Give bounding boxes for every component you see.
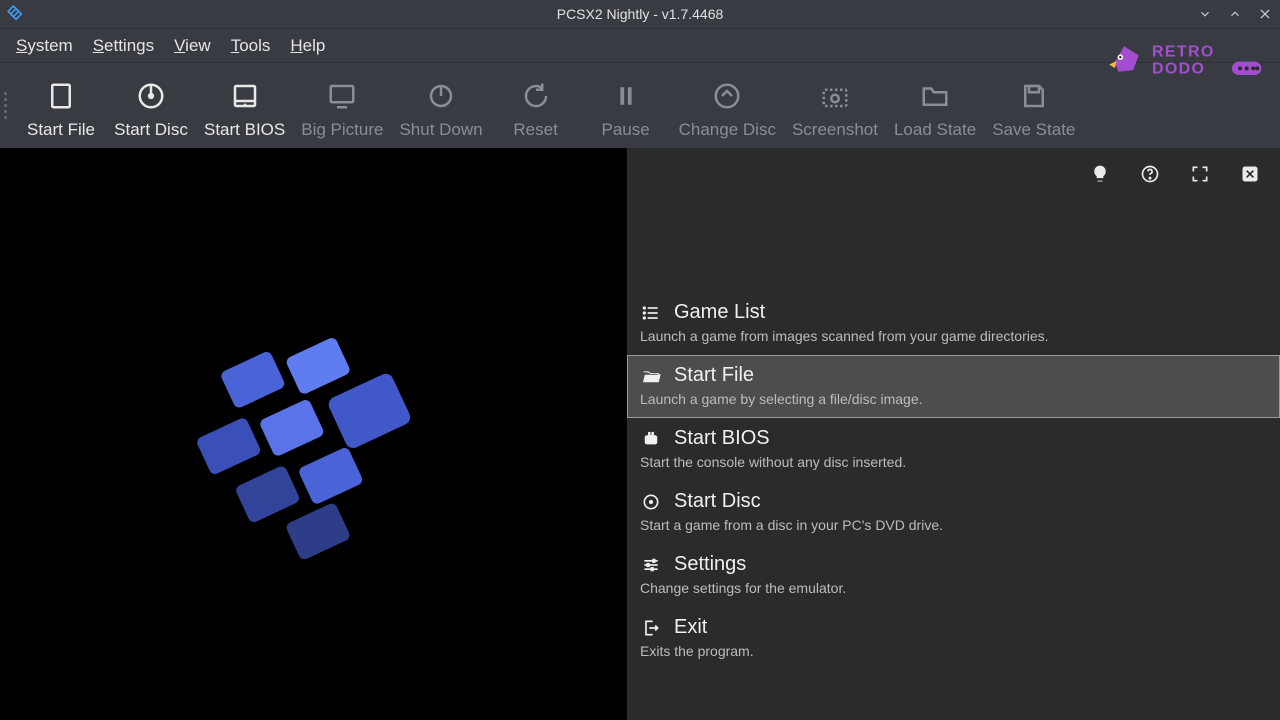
- toolbar-big-picture: Big Picture: [293, 72, 391, 140]
- toolbar-save-state: Save State: [984, 72, 1083, 140]
- menu-start-bios[interactable]: Start BIOS Start the console without any …: [627, 418, 1280, 481]
- menu-system[interactable]: System: [6, 32, 83, 60]
- logo-pane: [0, 148, 627, 720]
- toolbar-handle[interactable]: [4, 71, 12, 141]
- menu-desc: Change settings for the emulator.: [640, 580, 1279, 596]
- folder-icon: [920, 76, 950, 116]
- toolbar-label: Start BIOS: [204, 116, 285, 140]
- toolbar-label: Save State: [992, 116, 1075, 140]
- toolbar-label: Big Picture: [301, 116, 383, 140]
- content-area: Game List Launch a game from images scann…: [0, 148, 1280, 720]
- toolbar-start-disc[interactable]: Start Disc: [106, 72, 196, 140]
- menu-bar: System Settings View Tools Help: [0, 28, 1280, 62]
- menu-desc: Start the console without any disc inser…: [640, 454, 1279, 470]
- menu-tools[interactable]: Tools: [221, 32, 281, 60]
- chip-icon: [640, 429, 662, 449]
- toolbar-label: Shut Down: [399, 116, 482, 140]
- dodo-icon: [1102, 37, 1146, 81]
- toolbar-label: Reset: [513, 116, 557, 140]
- sliders-icon: [640, 555, 662, 575]
- toolbar-label: Start File: [27, 116, 95, 140]
- toolbar-label: Start Disc: [114, 116, 188, 140]
- reset-icon: [521, 76, 551, 116]
- retrododo-text: RETRO DODO: [1152, 37, 1272, 81]
- file-icon: [46, 76, 76, 116]
- retrododo-brand: RETRO DODO: [1102, 37, 1272, 81]
- menu-title: Exit: [674, 616, 707, 639]
- menu-desc: Launch a game from images scanned from y…: [640, 328, 1279, 344]
- menu-title: Start BIOS: [674, 427, 770, 450]
- menu-title: Game List: [674, 301, 765, 324]
- window-controls: [1190, 0, 1280, 28]
- toolbar-change-disc: Change Disc: [671, 72, 784, 140]
- hint-icon[interactable]: [1088, 162, 1112, 186]
- toolbar-load-state: Load State: [886, 72, 984, 140]
- menu-desc: Start a game from a disc in your PC's DV…: [640, 517, 1279, 533]
- monitor-icon: [327, 76, 357, 116]
- menu-title: Start Disc: [674, 490, 761, 513]
- save-icon: [1019, 76, 1049, 116]
- menu-view[interactable]: View: [164, 32, 221, 60]
- close-button[interactable]: [1250, 0, 1280, 28]
- menu-start-file[interactable]: Start File Launch a game by selecting a f…: [627, 355, 1280, 418]
- window-title: PCSX2 Nightly - v1.7.4468: [0, 6, 1280, 22]
- menu-start-disc[interactable]: Start Disc Start a game from a disc in yo…: [627, 481, 1280, 544]
- toolbar-start-file[interactable]: Start File: [16, 72, 106, 140]
- menu-title: Start File: [674, 364, 754, 387]
- menu-desc: Launch a game by selecting a file/disc i…: [640, 391, 1279, 407]
- app-icon: [6, 4, 26, 24]
- toolbar-label: Pause: [602, 116, 650, 140]
- svg-text:DODO: DODO: [1152, 61, 1205, 78]
- toolbar-label: Load State: [894, 116, 976, 140]
- toolbar-start-bios[interactable]: Start BIOS: [196, 72, 293, 140]
- exit-icon: [640, 618, 662, 638]
- list-icon: [640, 303, 662, 323]
- main-menu-list: Game List Launch a game from images scann…: [627, 292, 1280, 670]
- menu-exit[interactable]: Exit Exits the program.: [627, 607, 1280, 670]
- toolbar-shut-down: Shut Down: [391, 72, 490, 140]
- toolbar-screenshot: Screenshot: [784, 72, 886, 140]
- toolbar: Start File Start Disc Start BIOS Big Pictur…: [0, 62, 1280, 148]
- maximize-button[interactable]: [1220, 0, 1250, 28]
- menu-settings[interactable]: Settings Change settings for the emulator…: [627, 544, 1280, 607]
- toolbar-pause: Pause: [581, 72, 671, 140]
- menu-title: Settings: [674, 553, 746, 576]
- close-panel-icon[interactable]: [1238, 162, 1262, 186]
- disc-icon: [136, 76, 166, 116]
- discsmall-icon: [640, 492, 662, 512]
- power-icon: [426, 76, 456, 116]
- fullscreen-icon[interactable]: [1188, 162, 1212, 186]
- minimize-button[interactable]: [1190, 0, 1220, 28]
- pcsx2-logo: [144, 284, 484, 584]
- bios-icon: [230, 76, 260, 116]
- title-bar: PCSX2 Nightly - v1.7.4468: [0, 0, 1280, 28]
- menu-game-list[interactable]: Game List Launch a game from images scann…: [627, 292, 1280, 355]
- toolbar-label: Change Disc: [679, 116, 776, 140]
- start-menu-pane: Game List Launch a game from images scann…: [627, 148, 1280, 720]
- camera-icon: [820, 76, 850, 116]
- toolbar-reset: Reset: [491, 72, 581, 140]
- pause-icon: [611, 76, 641, 116]
- panel-top-icons: [1088, 162, 1262, 186]
- menu-help[interactable]: Help: [280, 32, 335, 60]
- menu-desc: Exits the program.: [640, 643, 1279, 659]
- toolbar-label: Screenshot: [792, 116, 878, 140]
- help-icon[interactable]: [1138, 162, 1162, 186]
- menu-settings[interactable]: Settings: [83, 32, 164, 60]
- folderopen-icon: [640, 366, 662, 386]
- changedisc-icon: [712, 76, 742, 116]
- svg-text:RETRO: RETRO: [1152, 43, 1215, 60]
